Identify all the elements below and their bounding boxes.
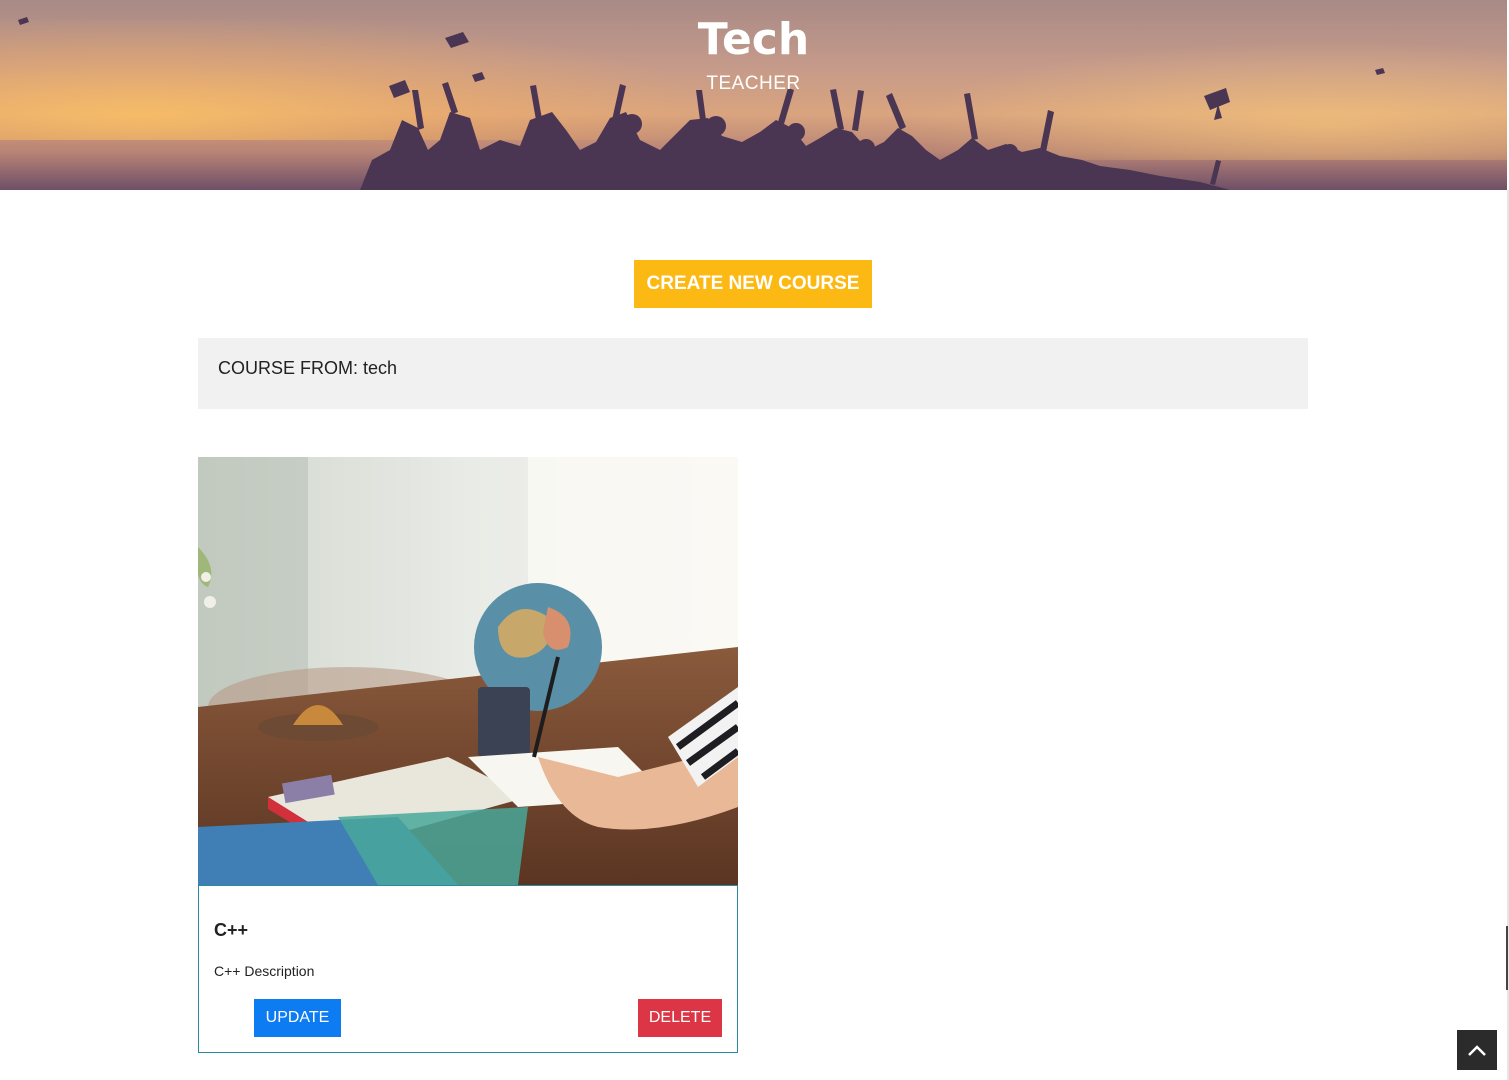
course-description: C++ Description [214, 963, 315, 979]
page-title: Tech [697, 14, 810, 65]
desk-writing-photo [198, 457, 738, 885]
hero-banner: Tech TEACHER [0, 0, 1507, 190]
course-card: C++ C++ Description UPDATE DELETE [198, 457, 738, 1053]
scrollbar-thumb[interactable] [1506, 926, 1508, 990]
delete-button[interactable]: DELETE [638, 999, 722, 1037]
course-from-heading: COURSE FROM: tech [198, 338, 1308, 409]
course-image [198, 457, 738, 885]
create-new-course-button[interactable]: CREATE NEW COURSE [634, 260, 872, 308]
course-card-body: C++ C++ Description UPDATE DELETE [198, 885, 738, 1053]
scroll-to-top-button[interactable] [1457, 1030, 1497, 1070]
chevron-up-icon [1468, 1045, 1486, 1056]
update-button[interactable]: UPDATE [254, 999, 341, 1037]
course-title: C++ [214, 920, 249, 940]
page-subtitle: TEACHER [706, 73, 801, 94]
